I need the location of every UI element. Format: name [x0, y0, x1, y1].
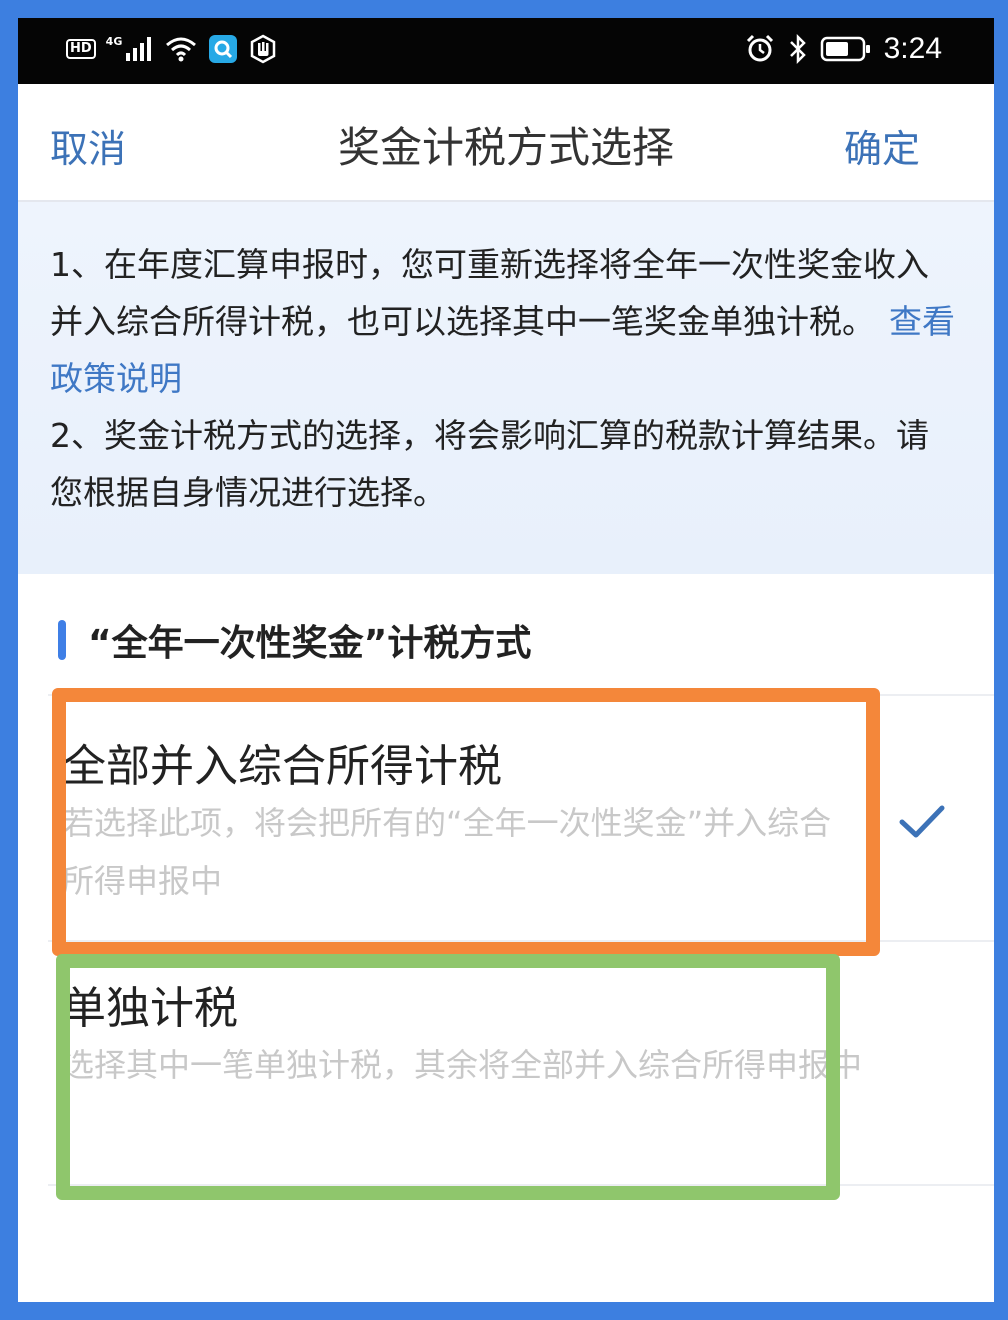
network-type-label: 4G — [105, 34, 123, 48]
notice-text: 1、在年度汇算申报时，您可重新选择将全年一次性奖金收入并入综合所得计税，也可以选… — [50, 236, 960, 521]
notice-line-1: 1、在年度汇算申报时，您可重新选择将全年一次性奖金收入并入综合所得计税，也可以选… — [50, 245, 929, 341]
signal-icon — [126, 37, 152, 61]
notice-panel: 1、在年度汇算申报时，您可重新选择将全年一次性奖金收入并入综合所得计税，也可以选… — [18, 202, 994, 574]
section-header: “全年一次性奖金”计税方式 — [58, 616, 531, 664]
hd-badge: HD — [66, 39, 96, 59]
status-bar: HD 4G 3:24 — [18, 18, 994, 84]
section-title: “全年一次性奖金”计税方式 — [88, 623, 532, 664]
alarm-icon — [746, 34, 773, 62]
navigation-bar: 取消 奖金计税方式选择 确定 — [18, 84, 994, 202]
highlight-box-green — [56, 954, 840, 1200]
search-app-icon — [209, 35, 238, 63]
notice-line-2: 2、奖金计税方式的选择，将会影响汇算的税款计算结果。请您根据自身情况进行选择。 — [50, 416, 929, 512]
status-right-group: 3:24 — [744, 32, 942, 66]
status-left-group: HD 4G — [66, 34, 278, 64]
bluetooth-icon — [789, 33, 806, 65]
hand-icon — [251, 34, 276, 64]
highlight-box-orange — [52, 688, 880, 956]
wifi-icon — [166, 37, 197, 62]
section-accent-bar — [58, 620, 66, 660]
confirm-button[interactable]: 确定 — [844, 118, 920, 173]
phone-screen: HD 4G 3:24 取消 奖金计税方式选择 确定 1、在年度汇算申报时，您可重… — [18, 18, 994, 1302]
battery-icon — [820, 36, 870, 62]
checkmark-icon — [899, 805, 945, 838]
clock-time: 3:24 — [883, 32, 942, 65]
